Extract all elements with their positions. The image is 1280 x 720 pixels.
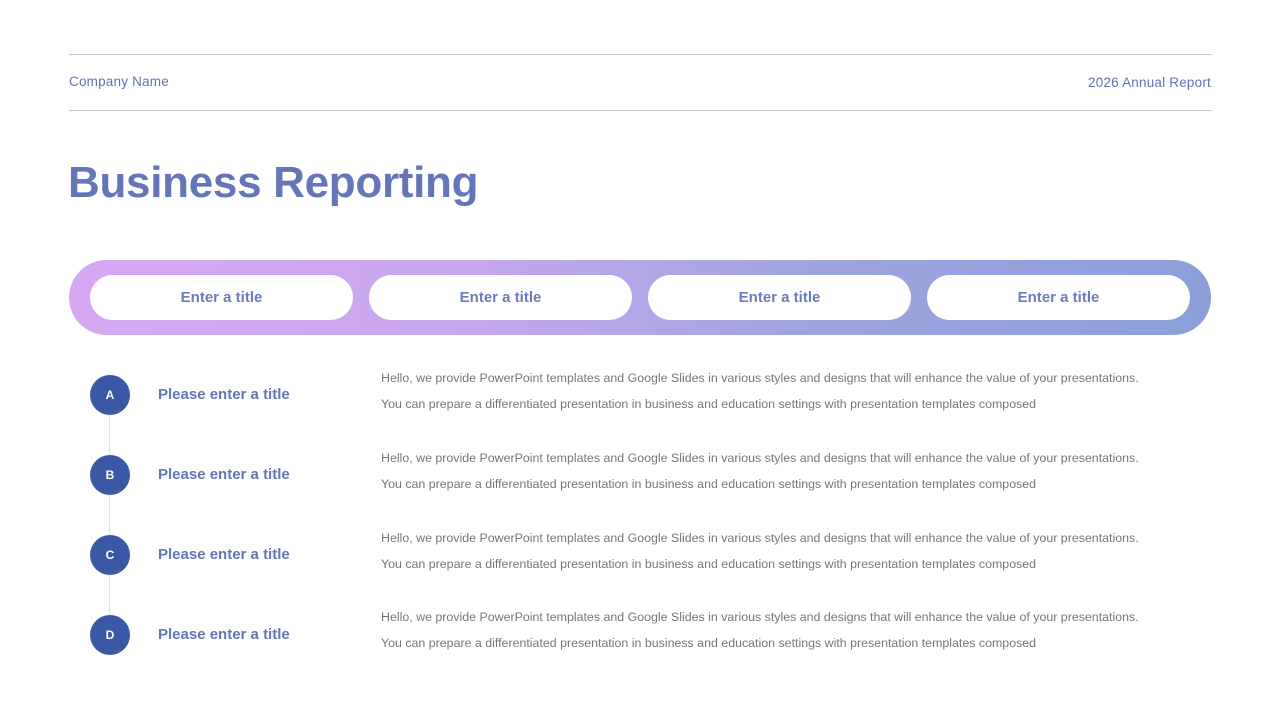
header-top-rule (69, 54, 1212, 55)
letter-badge: A (90, 375, 130, 415)
item-description: Hello, we provide PowerPoint templates a… (381, 365, 1221, 417)
item-description-line: Hello, we provide PowerPoint templates a… (381, 371, 1139, 385)
tab-4[interactable]: Enter a title (927, 275, 1190, 320)
letter-badge: D (90, 615, 130, 655)
item-description-line: You can prepare a differentiated present… (381, 636, 1037, 650)
item-description-line: Hello, we provide PowerPoint templates a… (381, 610, 1139, 624)
tab-2[interactable]: Enter a title (369, 275, 632, 320)
header-bottom-rule (69, 110, 1212, 111)
tab-1[interactable]: Enter a title (90, 275, 353, 320)
letter-badge: B (90, 455, 130, 495)
report-label: 2026 Annual Report (1088, 75, 1211, 90)
tab-3[interactable]: Enter a title (648, 275, 911, 320)
list-item: C Please enter a title Hello, we provide… (0, 531, 1280, 615)
item-description-line: You can prepare a differentiated present… (381, 397, 1037, 411)
list-item: A Please enter a title Hello, we provide… (0, 371, 1280, 455)
item-title: Please enter a title (158, 386, 290, 403)
letter-badge: C (90, 535, 130, 575)
item-title: Please enter a title (158, 546, 290, 563)
item-description-line: You can prepare a differentiated present… (381, 557, 1037, 571)
item-description-line: Hello, we provide PowerPoint templates a… (381, 531, 1139, 545)
item-title: Please enter a title (158, 626, 290, 643)
tabs-band: Enter a title Enter a title Enter a titl… (69, 260, 1211, 335)
item-description: Hello, we provide PowerPoint templates a… (381, 604, 1221, 656)
item-description: Hello, we provide PowerPoint templates a… (381, 445, 1221, 497)
list-item: B Please enter a title Hello, we provide… (0, 451, 1280, 535)
item-description-line: You can prepare a differentiated present… (381, 477, 1037, 491)
item-description: Hello, we provide PowerPoint templates a… (381, 525, 1221, 577)
company-name: Company Name (69, 74, 169, 89)
item-description-line: Hello, we provide PowerPoint templates a… (381, 451, 1139, 465)
item-title: Please enter a title (158, 466, 290, 483)
page-title: Business Reporting (68, 158, 479, 207)
list-item: D Please enter a title Hello, we provide… (0, 610, 1280, 695)
